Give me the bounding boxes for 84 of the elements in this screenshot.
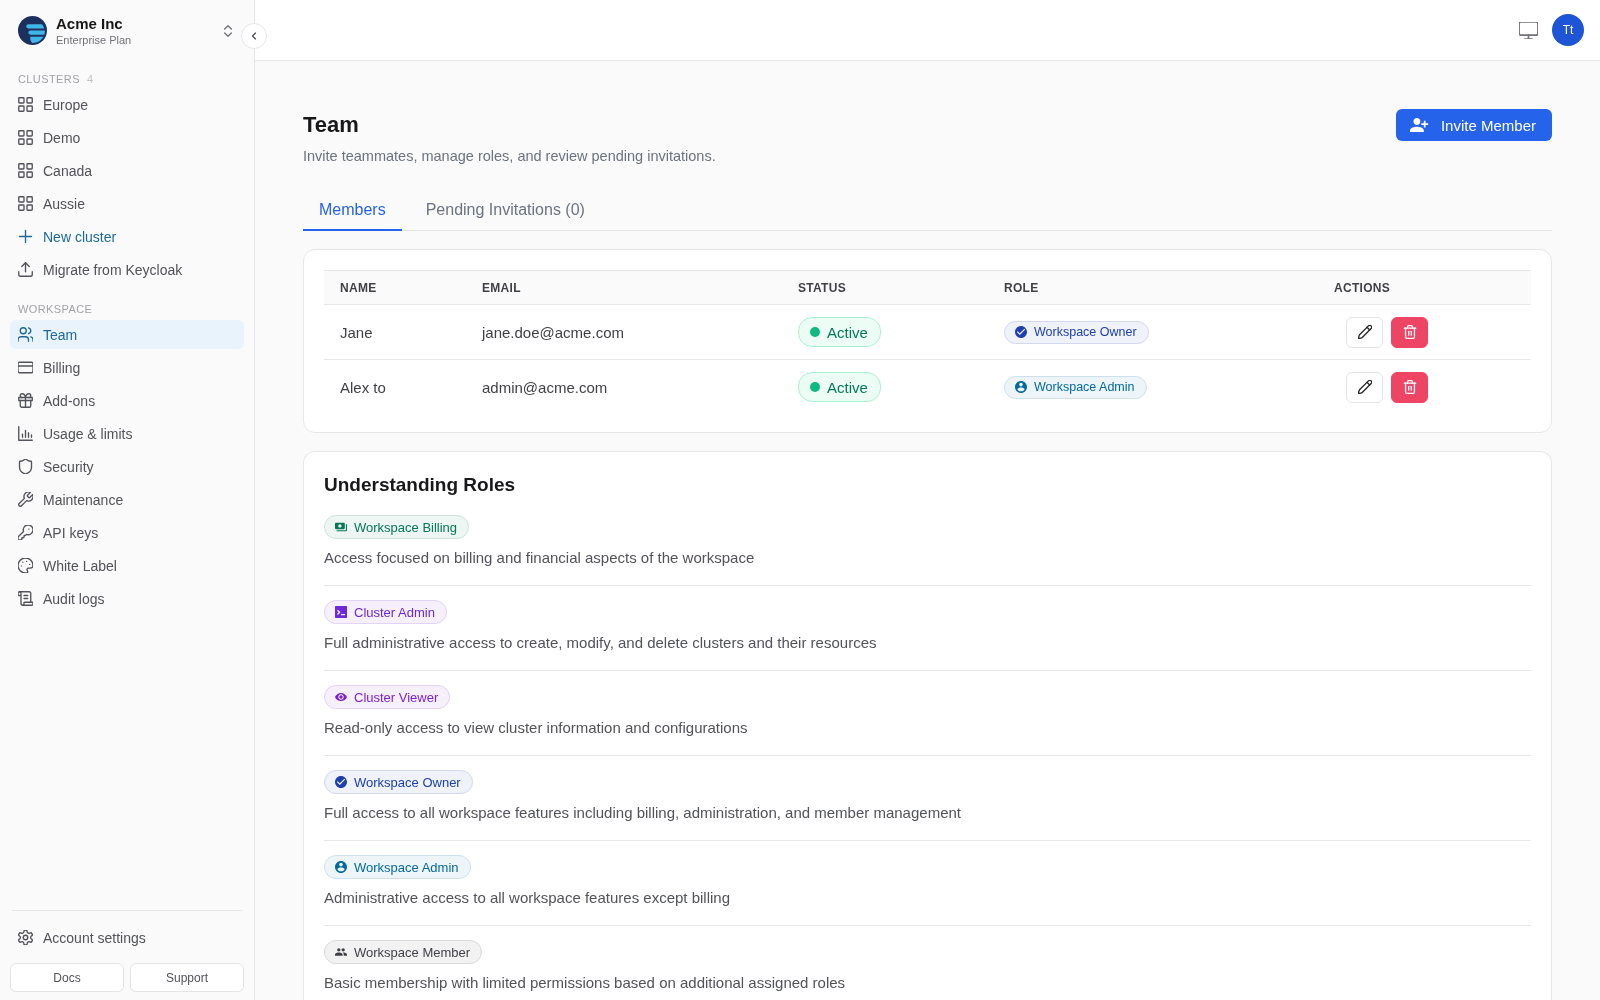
pencil-icon <box>1357 380 1372 394</box>
edit-button[interactable] <box>1346 371 1383 403</box>
user-plus-icon <box>1409 118 1429 132</box>
status-label: Active <box>827 323 868 341</box>
palette-icon <box>18 558 33 573</box>
sidebar-item[interactable]: Team <box>10 320 244 349</box>
gift-icon <box>18 393 33 408</box>
table-cell: Jane <box>340 323 373 341</box>
role-description: Basic membership with limited permissions based on additional assigned roles <box>324 973 847 993</box>
role-name: Workspace Member <box>354 944 471 960</box>
table-cell: Alex to <box>340 378 386 396</box>
role-name: Cluster Admin <box>354 604 435 620</box>
page-title: Team <box>303 111 360 139</box>
users-icon <box>18 327 33 342</box>
sidebar-item[interactable]: Security <box>10 452 244 481</box>
sidebar-item[interactable]: API keys <box>10 518 244 547</box>
upload-icon <box>18 262 33 277</box>
role-name: Workspace Owner <box>354 774 461 790</box>
wrench-icon <box>18 492 33 507</box>
plan-label: Enterprise Plan <box>56 34 133 46</box>
grid-icon <box>18 130 33 145</box>
status-dot-icon <box>810 327 820 337</box>
column-header: ACTIONS <box>1333 280 1392 295</box>
column-header: STATUS <box>797 280 848 295</box>
pencil-icon <box>1357 325 1372 339</box>
avatar[interactable]: Tt <box>1552 14 1584 46</box>
column-header: EMAIL <box>481 280 522 295</box>
sidebar-item[interactable]: Maintenance <box>10 485 244 514</box>
delete-button[interactable] <box>1391 316 1428 348</box>
sidebar-item[interactable]: Europe <box>10 90 244 119</box>
sidebar-item[interactable]: Add-ons <box>10 386 244 415</box>
settings-icon <box>18 930 33 945</box>
sidebar-item[interactable]: Aussie <box>10 189 244 218</box>
role-name: Workspace Owner <box>1034 325 1137 339</box>
role-name: Workspace Billing <box>354 519 458 535</box>
trash-icon <box>1402 325 1417 339</box>
column-header: ROLE <box>1003 280 1040 295</box>
grid-icon <box>18 163 33 178</box>
role-name: Workspace Admin <box>1034 380 1135 394</box>
sidebar-item[interactable]: Usage & limits <box>10 419 244 448</box>
trash-icon <box>1402 380 1417 394</box>
grid-icon <box>18 97 33 112</box>
status-label: Active <box>827 378 868 396</box>
plus-icon <box>18 229 33 244</box>
key-icon <box>18 525 33 540</box>
credit-card-icon <box>18 360 33 375</box>
section-heading: CLUSTERS <box>18 72 80 86</box>
role-description: Access focused on billing and financial aspects of the workspace <box>324 548 756 568</box>
tab[interactable]: Pending Invitations (0) <box>409 191 601 231</box>
bar-chart-icon <box>18 426 33 441</box>
logo-icon <box>18 16 47 45</box>
table-cell: jane.doe@acme.com <box>482 323 624 341</box>
sidebar-button[interactable]: Support <box>130 963 244 992</box>
tab[interactable]: Members <box>303 191 402 231</box>
role-description: Full access to all workspace features including billing, administration, and member management <box>324 803 962 823</box>
monitor-icon[interactable] <box>1519 21 1538 39</box>
role-description: Read-only access to view cluster information and configurations <box>324 718 749 738</box>
sidebar-item[interactable]: Billing <box>10 353 244 382</box>
grid-icon <box>18 196 33 211</box>
sidebar-item[interactable]: Canada <box>10 156 244 185</box>
chevron-up-down-icon[interactable] <box>224 24 232 37</box>
sidebar-button[interactable]: Docs <box>10 963 124 992</box>
column-header: NAME <box>339 280 378 295</box>
delete-button[interactable] <box>1391 371 1428 403</box>
org-name: Acme Inc <box>56 15 124 32</box>
sidebar-item[interactable]: Migrate from Keycloak <box>10 255 244 284</box>
account-settings-link[interactable]: Account settings <box>10 923 244 952</box>
section-title: Understanding Roles <box>324 473 517 497</box>
role-description: Full administrative access to create, modify, and delete clusters and their resources <box>324 633 878 653</box>
sidebar-item[interactable]: Demo <box>10 123 244 152</box>
role-description: Administrative access to all workspace features except billing <box>324 888 732 908</box>
sidebar-item[interactable]: New cluster <box>10 222 244 251</box>
sidebar-item[interactable]: Audit logs <box>10 584 244 613</box>
role-name: Workspace Admin <box>354 859 459 875</box>
page-subtitle: Invite teammates, manage roles, and review pending invitations. <box>303 147 716 166</box>
section-heading: WORKSPACE <box>18 302 93 316</box>
invite-member-button[interactable]: Invite Member <box>1395 109 1552 141</box>
edit-button[interactable] <box>1346 316 1383 348</box>
status-dot-icon <box>810 382 820 392</box>
table-cell: admin@acme.com <box>482 378 608 396</box>
scroll-icon <box>18 591 33 606</box>
shield-icon <box>18 459 33 474</box>
role-name: Cluster Viewer <box>354 689 439 705</box>
sidebar-item[interactable]: White Label <box>10 551 244 580</box>
